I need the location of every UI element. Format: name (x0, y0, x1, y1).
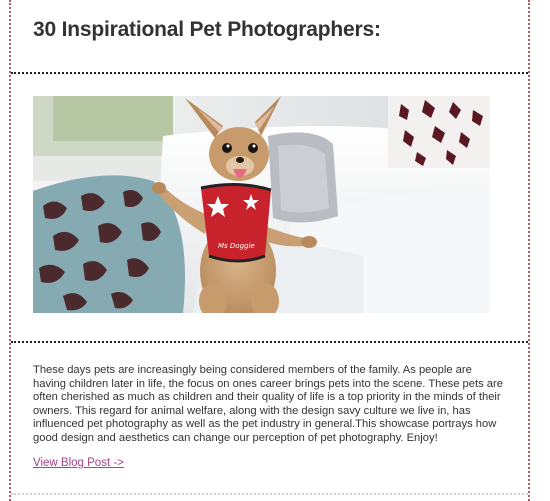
post-excerpt: These days pets are increasingly being c… (33, 364, 503, 444)
divider-bottom (11, 493, 528, 495)
divider-middle (11, 341, 528, 343)
post-hero-image: Ms Doggie (33, 96, 490, 313)
divider-top (11, 72, 528, 74)
newsletter-frame: 30 Inspirational Pet Photographers: Ms D… (9, 0, 530, 501)
harness-label: Ms Doggie (218, 242, 255, 250)
view-blog-post-link[interactable]: View Blog Post -> (33, 457, 124, 469)
dog-photo-illustration: Ms Doggie (33, 96, 490, 313)
post-title: 30 Inspirational Pet Photographers: (33, 18, 381, 41)
